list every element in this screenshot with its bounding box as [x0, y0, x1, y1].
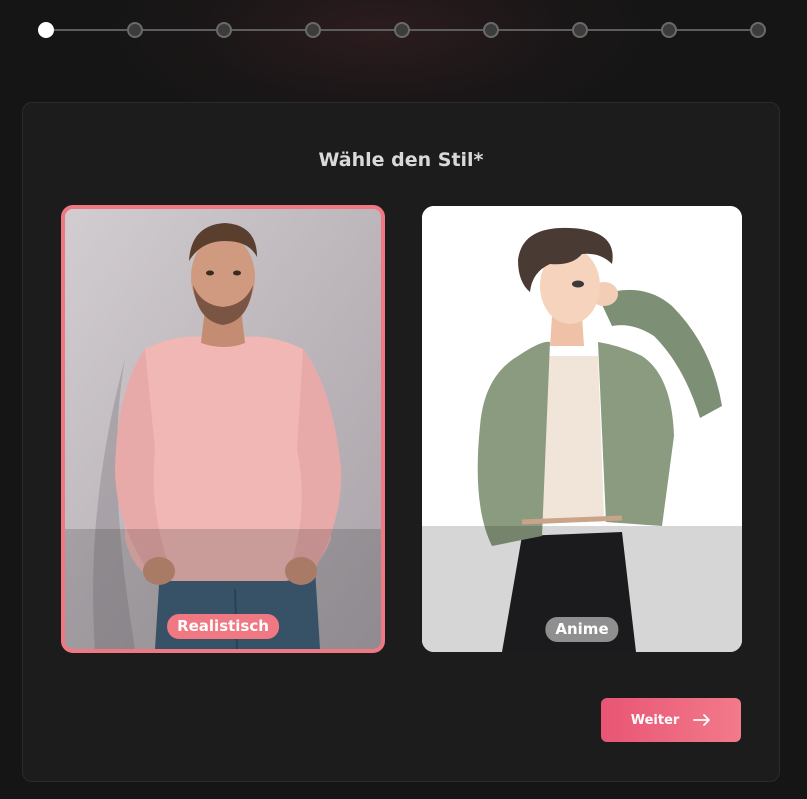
- progress-step-7[interactable]: [572, 22, 588, 38]
- progress-step-6[interactable]: [483, 22, 499, 38]
- option-label-anime: Anime: [545, 617, 619, 642]
- progress-step-2[interactable]: [127, 22, 143, 38]
- style-selection-card: Wähle den Stil* Realistisch Anime Weiter: [22, 102, 780, 782]
- option-label-realistic: Realistisch: [167, 614, 279, 639]
- card-title: Wähle den Stil*: [318, 149, 484, 171]
- progress-step-1[interactable]: [38, 22, 54, 38]
- arrow-right-icon: [693, 714, 711, 726]
- progress-step-9[interactable]: [750, 22, 766, 38]
- style-option-realistic[interactable]: Realistisch: [61, 205, 385, 653]
- next-button[interactable]: Weiter: [601, 698, 741, 742]
- progress-step-8[interactable]: [661, 22, 677, 38]
- next-button-label: Weiter: [630, 712, 680, 728]
- progress-stepper: [38, 22, 766, 38]
- style-option-anime[interactable]: Anime: [422, 206, 742, 652]
- anime-boy-image: [422, 206, 742, 652]
- realistic-man-image: [65, 209, 381, 649]
- progress-step-4[interactable]: [305, 22, 321, 38]
- progress-step-5[interactable]: [394, 22, 410, 38]
- page: Wähle den Stil* Realistisch Anime Weiter: [0, 0, 807, 799]
- progress-step-3[interactable]: [216, 22, 232, 38]
